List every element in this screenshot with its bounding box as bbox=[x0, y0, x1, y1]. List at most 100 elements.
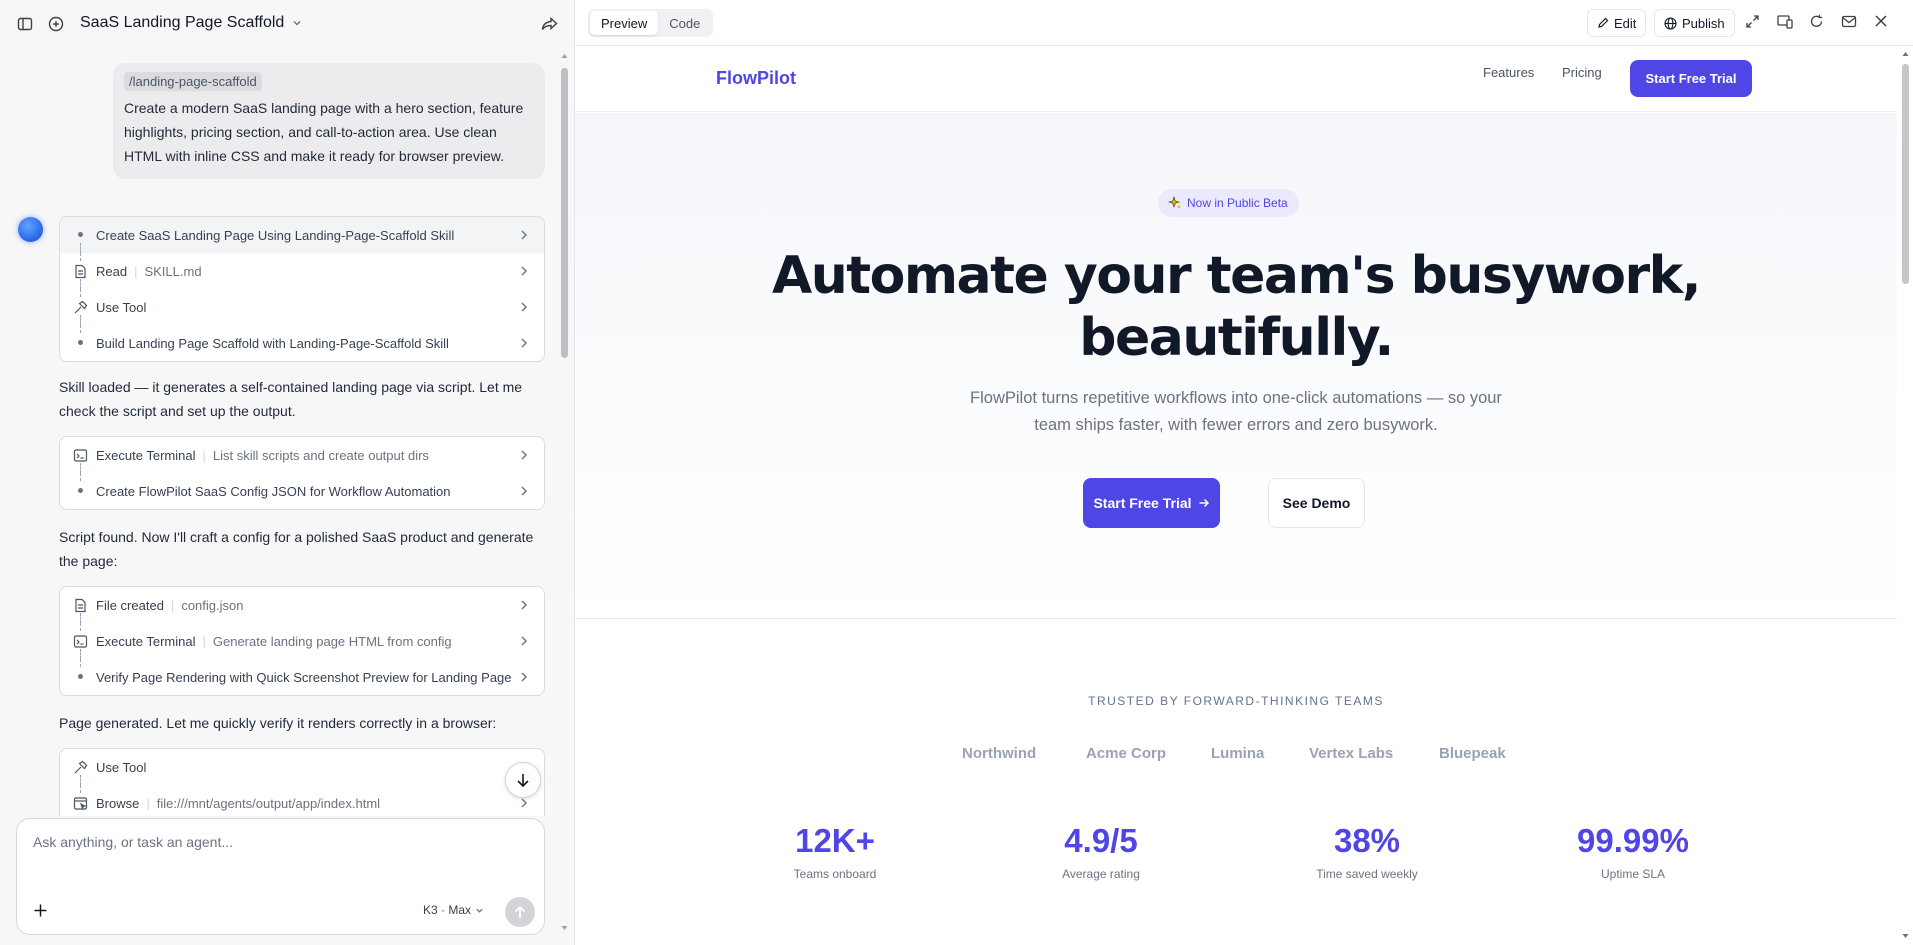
step-verify-rendering[interactable]: Verify Page Rendering with Quick Screens… bbox=[60, 659, 544, 695]
chevron-right-icon bbox=[519, 229, 529, 241]
step-browse[interactable]: Browse | file:///mnt/agents/output/app/ind… bbox=[60, 785, 544, 816]
preview-scrollbar[interactable] bbox=[1898, 46, 1913, 945]
publish-button[interactable]: Publish bbox=[1654, 9, 1735, 37]
step-label: Browse bbox=[96, 795, 140, 811]
site-nav: FlowPilot Features Pricing Start Free Tr… bbox=[575, 46, 1897, 112]
stat-value-rating: 4.9/5 bbox=[1064, 822, 1138, 859]
tool-steps-group-3: File created | config.json Execute Termina… bbox=[59, 586, 545, 696]
nav-link-pricing[interactable]: Pricing bbox=[1562, 65, 1602, 80]
chat-topbar: SaaS Landing Page Scaffold bbox=[0, 0, 575, 48]
chevron-right-icon bbox=[519, 301, 529, 313]
step-label: Use Tool bbox=[96, 759, 147, 775]
arrow-right-icon bbox=[1198, 497, 1210, 509]
chevron-right-icon bbox=[519, 635, 529, 647]
site-logo[interactable]: FlowPilot bbox=[716, 68, 796, 89]
preview-panel: Preview Code Edit Publish FlowPilot Feat… bbox=[575, 0, 1913, 945]
chevron-right-icon bbox=[519, 265, 529, 277]
sparkle-icon bbox=[1168, 196, 1182, 210]
tool-steps-group-4: Use Tool Browse | file:///mnt/agents/outpu… bbox=[59, 748, 545, 816]
step-use-tool-2[interactable]: Use Tool bbox=[60, 749, 544, 785]
step-label: Verify Page Rendering with Quick Screens… bbox=[96, 669, 512, 685]
step-create-landing-page[interactable]: Create SaaS Landing Page Using Landing-P… bbox=[60, 217, 544, 253]
see-demo-button[interactable]: See Demo bbox=[1268, 478, 1365, 528]
chevron-right-icon bbox=[519, 485, 529, 497]
step-execute-terminal-2[interactable]: Execute Terminal | Generate landing page H… bbox=[60, 623, 544, 659]
hero-headline-line-1: Automate your team's busywork, bbox=[772, 246, 1701, 306]
step-use-tool[interactable]: Use Tool bbox=[60, 289, 544, 325]
edit-label: Edit bbox=[1614, 15, 1637, 31]
stat-label-rating: Average rating bbox=[1062, 867, 1140, 881]
step-read-skill[interactable]: Read | SKILL.md bbox=[60, 253, 544, 289]
stat-value-teams: 12K+ bbox=[795, 822, 875, 859]
step-label: Execute Terminal bbox=[96, 447, 196, 463]
composer[interactable]: Ask anything, or task an agent... K3 · M… bbox=[16, 818, 545, 935]
brand-logo-acme: Acme Corp bbox=[1086, 745, 1167, 762]
sidebar-toggle-icon[interactable] bbox=[17, 16, 33, 32]
scroll-to-bottom-button[interactable] bbox=[505, 762, 541, 798]
mail-icon[interactable] bbox=[1841, 14, 1857, 29]
stat-label-time-saved: Time saved weekly bbox=[1316, 867, 1418, 881]
step-detail: List skill scripts and create output dir… bbox=[212, 447, 429, 463]
terminal-icon bbox=[73, 448, 88, 463]
composer-input[interactable]: Ask anything, or task an agent... bbox=[33, 834, 233, 850]
close-icon[interactable] bbox=[1874, 14, 1888, 28]
brand-logo-lumina: Lumina bbox=[1211, 745, 1265, 762]
stat-value-time-saved: 38% bbox=[1333, 822, 1401, 859]
step-label: Build Landing Page Scaffold with Landing… bbox=[96, 335, 449, 351]
step-label: Execute Terminal bbox=[96, 633, 196, 649]
tool-steps-group-1: Create SaaS Landing Page Using Landing-P… bbox=[59, 216, 545, 362]
browser-icon bbox=[73, 796, 88, 811]
brand-logo-bluepeak: Bluepeak bbox=[1439, 745, 1506, 762]
step-create-config[interactable]: Create FlowPilot SaaS Config JSON for Wo… bbox=[60, 473, 544, 509]
hammer-icon bbox=[73, 300, 88, 315]
step-label: Create FlowPilot SaaS Config JSON for Wo… bbox=[96, 483, 451, 499]
new-chat-icon[interactable] bbox=[48, 16, 64, 32]
step-build-scaffold[interactable]: Build Landing Page Scaffold with Landing… bbox=[60, 325, 544, 361]
trusted-label: TRUSTED BY FORWARD-THINKING TEAMS bbox=[1088, 694, 1384, 708]
tab-code[interactable]: Code bbox=[658, 11, 711, 35]
bullet-dot bbox=[78, 674, 83, 679]
chevron-right-icon bbox=[519, 337, 529, 349]
bullet-dot bbox=[78, 340, 83, 345]
chevron-right-icon bbox=[519, 797, 529, 809]
step-execute-terminal[interactable]: Execute Terminal | List skill scripts and … bbox=[60, 437, 544, 473]
step-label: Read bbox=[96, 263, 128, 279]
chat-title[interactable]: SaaS Landing Page Scaffold bbox=[80, 14, 302, 32]
preview-toolbar: Preview Code Edit Publish bbox=[575, 0, 1913, 46]
publish-label: Publish bbox=[1682, 15, 1725, 31]
expand-icon[interactable] bbox=[1745, 14, 1760, 29]
file-icon bbox=[73, 264, 88, 279]
refresh-icon[interactable] bbox=[1809, 14, 1824, 29]
chat-panel: SaaS Landing Page Scaffold /landing-page… bbox=[0, 0, 575, 945]
chat-scrollbar[interactable] bbox=[560, 52, 568, 932]
bullet-dot bbox=[78, 232, 83, 237]
edit-button[interactable]: Edit bbox=[1587, 9, 1647, 37]
step-file-created[interactable]: File created | config.json bbox=[60, 587, 544, 623]
step-detail: Generate landing page HTML from config bbox=[212, 633, 452, 649]
slash-command-tag: /landing-page-scaffold bbox=[124, 72, 262, 91]
model-selector[interactable]: K3 · Max bbox=[423, 903, 484, 917]
hero-start-trial-button[interactable]: Start Free Trial bbox=[1083, 478, 1220, 528]
send-button[interactable] bbox=[505, 897, 535, 927]
device-toggle-icon[interactable] bbox=[1777, 14, 1793, 29]
hero-headline-line-2: beautifully. bbox=[1079, 308, 1394, 368]
nav-start-trial-button[interactable]: Start Free Trial bbox=[1630, 60, 1752, 97]
chevron-down-icon bbox=[475, 906, 484, 915]
arrow-up-icon bbox=[514, 905, 526, 919]
step-detail: config.json bbox=[181, 597, 244, 613]
beta-badge-text: Now in Public Beta bbox=[1187, 196, 1288, 210]
globe-icon bbox=[1664, 16, 1677, 30]
terminal-icon bbox=[73, 634, 88, 649]
chevron-down-icon bbox=[292, 18, 302, 28]
bullet-dot bbox=[78, 488, 83, 493]
plus-icon[interactable] bbox=[33, 903, 48, 918]
nav-link-features[interactable]: Features bbox=[1483, 65, 1534, 80]
tab-preview[interactable]: Preview bbox=[590, 11, 659, 35]
share-icon[interactable] bbox=[541, 16, 558, 32]
view-toggle: Preview Code bbox=[588, 9, 714, 37]
step-label: Use Tool bbox=[96, 299, 147, 315]
user-message-text: Create a modern SaaS landing page with a… bbox=[124, 100, 524, 164]
stat-value-uptime: 99.99% bbox=[1577, 822, 1689, 859]
assistant-message-1: Skill loaded — it generates a self-conta… bbox=[59, 379, 523, 419]
beta-badge: Now in Public Beta bbox=[1158, 189, 1299, 217]
